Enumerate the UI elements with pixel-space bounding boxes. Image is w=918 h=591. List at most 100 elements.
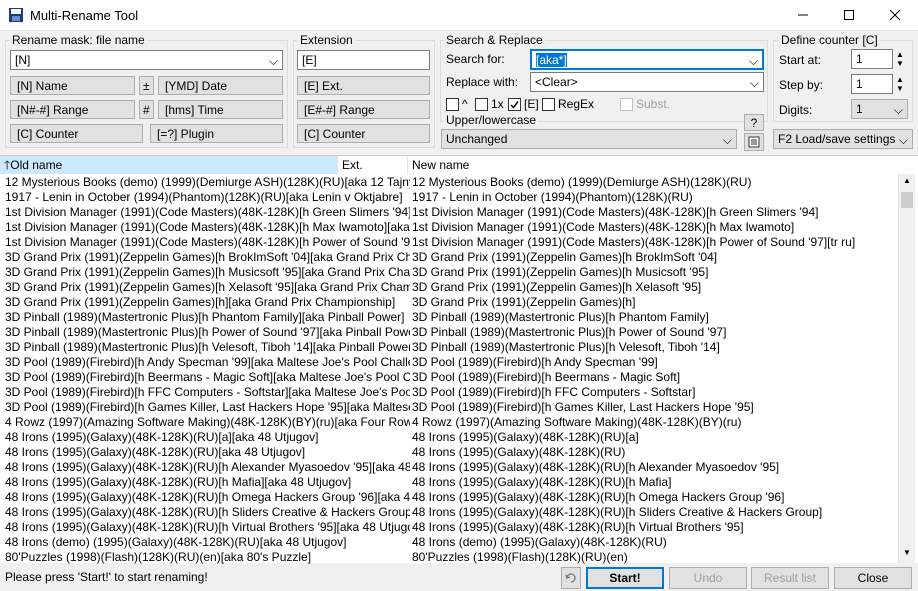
help-button[interactable]: ? [744, 114, 764, 131]
table-row[interactable]: 48 Irons (1995)(Galaxy)(48K-128K)(RU)[ak… [0, 445, 898, 460]
old-name-cell: 1st Division Manager (1991)(Code Masters… [5, 220, 410, 234]
ext-button[interactable]: [E] Ext. [297, 76, 430, 95]
table-row[interactable]: 3D Pool (1989)(Firebird)[h Beermans - Ma… [0, 370, 898, 385]
time-button[interactable]: [hms] Time [158, 100, 283, 119]
option-regex[interactable]: RegEx [542, 97, 594, 111]
spin-up-icon[interactable]: ▲ [896, 75, 904, 84]
start-at-spinner[interactable]: ▲ ▼ [896, 50, 904, 68]
step-by-input[interactable]: 1 [851, 74, 893, 94]
table-row[interactable]: 1917 - Lenin in October (1994)(Phantom)(… [0, 190, 898, 205]
new-name-cell: 48 Irons (1995)(Galaxy)(48K-128K)(RU)[h … [412, 475, 672, 489]
close-button[interactable]: Close [834, 567, 912, 589]
option-subst[interactable]: Subst. [620, 97, 670, 111]
replace-with-input[interactable]: <Clear> ⌵ [530, 72, 764, 92]
checkmark-icon [510, 100, 519, 109]
table-row[interactable]: 48 Irons (1995)(Galaxy)(48K-128K)(RU)[h … [0, 490, 898, 505]
extension-input[interactable]: [E] [297, 50, 430, 70]
table-row[interactable]: 3D Pinball (1989)(Mastertronic Plus)[h P… [0, 310, 898, 325]
option-e[interactable]: [E] [508, 97, 539, 111]
start-at-label: Start at: [779, 53, 822, 67]
new-name-cell: 48 Irons (1995)(Galaxy)(48K-128K)(RU) [412, 445, 626, 459]
table-row[interactable]: 1st Division Manager (1991)(Code Masters… [0, 205, 898, 220]
spin-up-icon[interactable]: ▲ [896, 50, 904, 59]
scroll-thumb[interactable] [901, 192, 913, 208]
close-window-button[interactable] [872, 0, 918, 30]
1x-checkbox[interactable] [475, 97, 488, 111]
digits-value: 1 [856, 102, 863, 116]
table-row[interactable]: 12 Mysterious Books (demo) (1999)(Demiur… [0, 175, 898, 190]
ext-counter-button[interactable]: [C] Counter [297, 124, 430, 143]
scroll-down-icon[interactable]: ▼ [903, 548, 911, 557]
range-button[interactable]: [N#-#] Range [10, 100, 135, 119]
old-name-cell: 4 Rowz (1997)(Amazing Software Making)(4… [5, 415, 410, 429]
table-row[interactable]: 3D Grand Prix (1991)(Zeppelin Games)[h X… [0, 280, 898, 295]
table-row[interactable]: 48 Irons (1995)(Galaxy)(48K-128K)(RU)[h … [0, 505, 898, 520]
table-row[interactable]: 3D Grand Prix (1991)(Zeppelin Games)[h M… [0, 265, 898, 280]
maximize-button[interactable] [826, 0, 872, 30]
status-message: Please press 'Start!' to start renaming! [5, 570, 208, 584]
file-list[interactable]: 🡑Old name Ext. New name 12 Mysterious Bo… [0, 155, 918, 564]
vertical-scrollbar[interactable]: ▲ ▼ [898, 174, 915, 563]
regex-checkbox[interactable] [542, 97, 555, 111]
table-row[interactable]: 1st Division Manager (1991)(Code Masters… [0, 220, 898, 235]
plugin-button[interactable]: [=?] Plugin [150, 124, 283, 143]
table-row[interactable]: 3D Pinball (1989)(Mastertronic Plus)[h V… [0, 340, 898, 355]
start-button[interactable]: Start! [586, 567, 664, 589]
table-row[interactable]: 3D Pool (1989)(Firebird)[h Andy Specman … [0, 355, 898, 370]
option-caret[interactable]: ^ [446, 97, 468, 111]
edit-names-button[interactable] [744, 133, 764, 151]
table-row[interactable]: 48 Irons (1995)(Galaxy)(48K-128K)(RU)[h … [0, 460, 898, 475]
table-row[interactable]: 1st Division Manager (1991)(Code Masters… [0, 235, 898, 250]
table-row[interactable]: 3D Grand Prix (1991)(Zeppelin Games)[h B… [0, 250, 898, 265]
old-name-cell: 48 Irons (1995)(Galaxy)(48K-128K)(RU)[h … [5, 520, 410, 534]
table-row[interactable]: 3D Pinball (1989)(Mastertronic Plus)[h P… [0, 325, 898, 340]
plusminus-button[interactable]: ± [139, 76, 154, 95]
table-row[interactable]: 3D Grand Prix (1991)(Zeppelin Games)[h][… [0, 295, 898, 310]
chevron-down-icon: ⌵ [898, 133, 908, 147]
column-header-new-name[interactable]: New name [408, 156, 898, 174]
spin-down-icon[interactable]: ▼ [896, 84, 904, 93]
old-name-cell: 12 Mysterious Books (demo) (1999)(Demiur… [5, 175, 410, 189]
rename-mask-input[interactable]: [N] ⌵ [10, 50, 283, 70]
old-name-cell: 48 Irons (1995)(Galaxy)(48K-128K)(RU)[a]… [5, 430, 319, 444]
column-header-old-name[interactable]: 🡑Old name [0, 156, 338, 174]
table-row[interactable]: 48 Irons (1995)(Galaxy)(48K-128K)(RU)[a]… [0, 430, 898, 445]
result-list-button[interactable]: Result list [751, 567, 829, 589]
old-name-cell: 3D Pinball (1989)(Mastertronic Plus)[h V… [5, 340, 410, 354]
spin-down-icon[interactable]: ▼ [896, 59, 904, 68]
table-row[interactable]: 3D Pool (1989)(Firebird)[h FFC Computers… [0, 385, 898, 400]
undo-button[interactable]: Undo [669, 567, 747, 589]
digits-select[interactable]: 1 ⌵ [851, 99, 908, 119]
date-button[interactable]: [YMD] Date [158, 76, 283, 95]
table-row[interactable]: 3D Pool (1989)(Firebird)[h Games Killer,… [0, 400, 898, 415]
new-name-cell: 3D Grand Prix (1991)(Zeppelin Games)[h B… [412, 250, 718, 264]
new-name-cell: 3D Pool (1989)(Firebird)[h Beermans - Ma… [412, 370, 681, 384]
caret-checkbox[interactable] [446, 97, 459, 111]
column-header-ext[interactable]: Ext. [338, 156, 408, 174]
subst-checkbox[interactable] [620, 97, 633, 111]
table-row[interactable]: 48 Irons (1995)(Galaxy)(48K-128K)(RU)[h … [0, 475, 898, 490]
close-icon [890, 10, 900, 20]
new-name-cell: 3D Grand Prix (1991)(Zeppelin Games)[h M… [412, 265, 709, 279]
search-for-input[interactable]: [aka*] ⌵ [530, 49, 764, 70]
step-by-spinner[interactable]: ▲ ▼ [896, 75, 904, 93]
name-button[interactable]: [N] Name [10, 76, 135, 95]
table-row[interactable]: 48 Irons (1995)(Galaxy)(48K-128K)(RU)[h … [0, 520, 898, 535]
option-1x[interactable]: 1x [475, 97, 504, 111]
minimize-button[interactable] [780, 0, 826, 30]
e-checkbox[interactable] [508, 97, 521, 111]
start-at-input[interactable]: 1 [851, 49, 893, 69]
1x-label: 1x [491, 97, 504, 111]
table-row[interactable]: 4 Rowz (1997)(Amazing Software Making)(4… [0, 415, 898, 430]
hash-button[interactable]: # [139, 100, 154, 119]
case-select[interactable]: Unchanged ⌵ [441, 129, 737, 149]
scroll-up-icon[interactable]: ▲ [903, 176, 911, 185]
load-save-settings-button[interactable]: F2 Load/save settings ⌵ [773, 129, 913, 149]
old-name-cell: 48 Irons (1995)(Galaxy)(48K-128K)(RU)[h … [5, 460, 410, 474]
new-name-cell: 48 Irons (demo) (1995)(Galaxy)(48K-128K)… [412, 535, 667, 549]
table-row[interactable]: 80'Puzzles (1998)(Flash)(128K)(RU)(en)[a… [0, 550, 898, 564]
table-row[interactable]: 48 Irons (demo) (1995)(Galaxy)(48K-128K)… [0, 535, 898, 550]
refresh-button[interactable] [561, 567, 581, 589]
counter-button[interactable]: [C] Counter [10, 124, 143, 143]
ext-range-button[interactable]: [E#-#] Range [297, 100, 430, 119]
